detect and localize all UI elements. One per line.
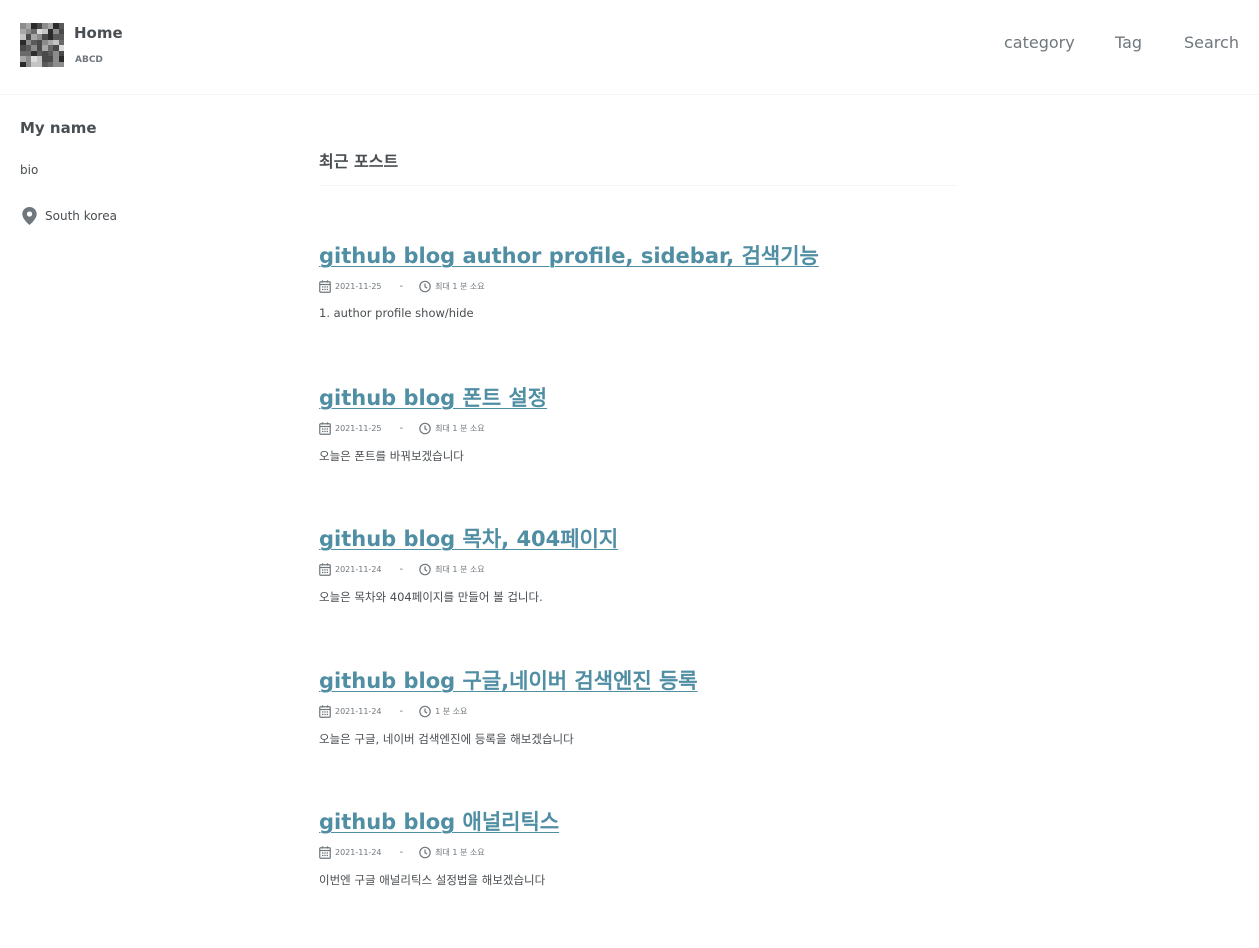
nav-search-link[interactable]: Search [1184,33,1239,52]
post-date: 2021-11-25 [335,423,382,433]
meta-separator: - [399,564,404,575]
post-meta: 2021-11-25 - 최대 1 분 소요 [319,421,485,435]
post-date: 2021-11-24 [335,848,382,857]
author-name: My name [20,119,97,137]
calendar-icon [319,280,331,293]
post-item: github blog 폰트 설정 2021-11-25 - 최대 1 분 소요… [319,382,959,524]
author-location: South korea [22,207,117,225]
author-bio: bio [20,163,39,177]
post-item: github blog 애널리틱스 2021-11-24 - 최대 1 분 소요… [319,806,959,948]
masthead: Home ABCD category Tag Search [0,0,1259,95]
clock-icon [419,563,431,576]
archive-title: 최근 포스트 [319,152,399,171]
post-meta: 2021-11-24 - 1 분 소요 [319,704,468,718]
post-date: 2021-11-24 [335,706,382,716]
post-item: github blog 목차, 404페이지 2021-11-24 - 최대 1… [319,523,959,665]
post-excerpt: 오늘은 구글, 네이버 검색엔진에 등록을 해보겠습니다 [319,731,574,746]
post-item: github blog author profile, sidebar, 검색기… [319,240,959,382]
calendar-icon [319,846,331,859]
post-read-time: 최대 1 분 소요 [435,848,485,857]
post-excerpt: 오늘은 목차와 404페이지를 만들어 볼 겁니다. [319,590,543,604]
post-item: github blog 구글,네이버 검색엔진 등록 2021-11-24 - … [319,665,959,807]
post-read-time: 최대 1 분 소요 [435,565,485,574]
site-title-link[interactable]: Home [74,24,123,42]
post-excerpt: 오늘은 폰트를 바꿔보겠습니다 [319,448,464,463]
nav-category-link[interactable]: category [1004,33,1075,52]
calendar-icon [319,563,331,576]
meta-separator: - [399,281,404,292]
clock-icon [419,846,431,859]
calendar-icon [319,421,331,435]
post-title-link[interactable]: github blog 목차, 404페이지 [319,523,618,553]
post-read-time: 1 분 소요 [435,706,468,716]
calendar-icon [319,704,331,718]
author-location-text: South korea [45,209,117,223]
post-excerpt: 이번엔 구글 애널리틱스 설정법을 해보겠습니다 [319,873,546,887]
clock-icon [419,705,431,718]
clock-icon [419,280,431,293]
post-read-time: 최대 1 분 소요 [435,423,485,433]
post-title-link[interactable]: github blog 폰트 설정 [319,382,547,412]
post-title-link[interactable]: github blog 애널리틱스 [319,806,559,836]
site-subtitle: ABCD [75,55,103,65]
post-read-time: 최대 1 분 소요 [435,282,485,291]
meta-separator: - [399,422,404,434]
post-list: github blog author profile, sidebar, 검색기… [319,240,959,948]
archive-divider [319,185,957,186]
post-meta: 2021-11-24 - 최대 1 분 소요 [319,563,485,576]
post-excerpt: 1. author profile show/hide [319,306,474,320]
post-meta: 2021-11-25 - 최대 1 분 소요 [319,280,485,293]
post-date: 2021-11-24 [335,565,382,574]
meta-separator: - [399,705,404,717]
post-meta: 2021-11-24 - 최대 1 분 소요 [319,846,485,859]
map-marker-icon [22,207,37,225]
post-title-link[interactable]: github blog author profile, sidebar, 검색기… [319,240,819,270]
post-title-link[interactable]: github blog 구글,네이버 검색엔진 등록 [319,665,698,695]
post-date: 2021-11-25 [335,282,382,291]
clock-icon [419,422,431,435]
nav-tag-link[interactable]: Tag [1115,33,1142,52]
meta-separator: - [399,847,404,858]
site-logo[interactable] [20,23,64,67]
